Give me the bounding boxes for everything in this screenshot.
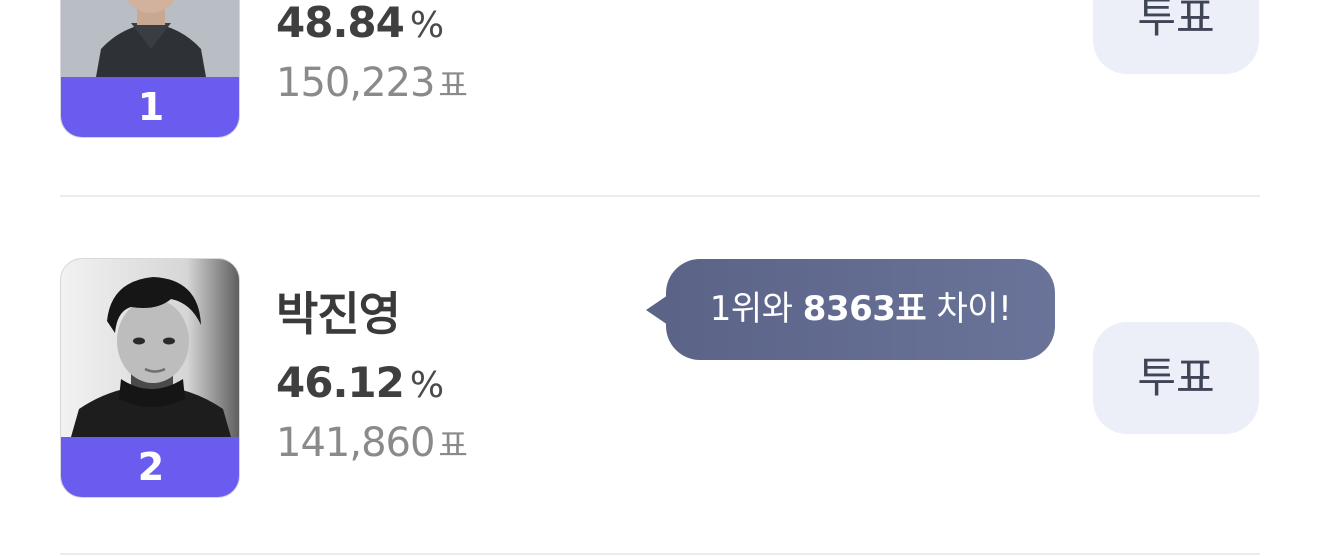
tooltip-suffix: 차이! [926, 289, 1012, 329]
vote-count-value: 141,860 [276, 420, 435, 466]
vote-gap-tooltip: 1위와 8363표 차이! [666, 259, 1055, 360]
tooltip-prefix: 1위와 [709, 289, 803, 329]
vote-ranking-list: 1 48.84% 150,223 표 투표 2 박진영 46.12 % 141,… [0, 0, 1320, 556]
vote-count-unit: 표 [438, 66, 468, 104]
vote-count: 141,860 표 [276, 420, 468, 466]
candidate-photo [61, 0, 239, 77]
portrait-image-1 [61, 0, 239, 77]
vote-count-value: 150,223 [276, 60, 435, 106]
candidate-name: 박진영 [276, 287, 401, 341]
row-divider [60, 195, 1260, 197]
vote-count-unit: 표 [438, 426, 468, 464]
vote-count: 150,223 표 [276, 60, 468, 106]
percentage-value: 46.12 [276, 358, 405, 407]
tooltip-gap-amount: 8363표 [802, 289, 927, 329]
row-divider [60, 553, 1260, 555]
percentage-unit: % [409, 5, 445, 46]
tooltip-arrow [646, 295, 668, 325]
vote-percentage: 48.84% [276, 0, 444, 47]
vote-button[interactable]: 투표 [1093, 322, 1259, 434]
vote-percentage: 46.12% [276, 358, 444, 407]
candidate-photo-card: 2 [60, 258, 240, 498]
rank-badge: 2 [61, 437, 239, 497]
vote-button[interactable]: 투표 [1093, 0, 1259, 74]
percentage-unit: % [409, 365, 445, 406]
percentage-value: 48.84 [276, 0, 405, 47]
rank-badge: 1 [61, 77, 239, 137]
portrait-image-2 [61, 259, 239, 437]
candidate-photo-card: 1 [60, 0, 240, 138]
candidate-photo [61, 259, 239, 437]
